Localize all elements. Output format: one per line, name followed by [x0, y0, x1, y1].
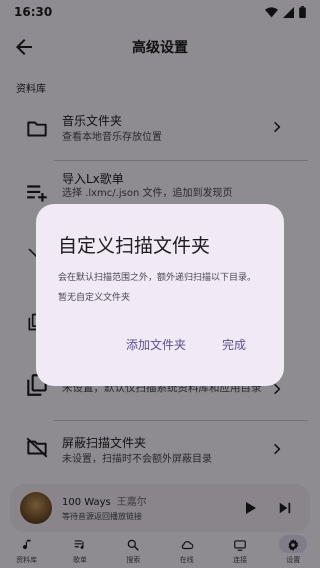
custom-scan-folders-dialog: 自定义扫描文件夹 会在默认扫描范围之外，额外递归扫描以下目录。 暂无自定义文件夹…: [36, 204, 284, 386]
dialog-empty-state: 暂无自定义文件夹: [58, 293, 131, 303]
dialog-description: 会在默认扫描范围之外，额外递归扫描以下目录。: [58, 273, 257, 283]
done-button[interactable]: 完成: [222, 336, 246, 353]
add-folder-button[interactable]: 添加文件夹: [126, 336, 186, 353]
dialog-title: 自定义扫描文件夹: [58, 235, 211, 257]
